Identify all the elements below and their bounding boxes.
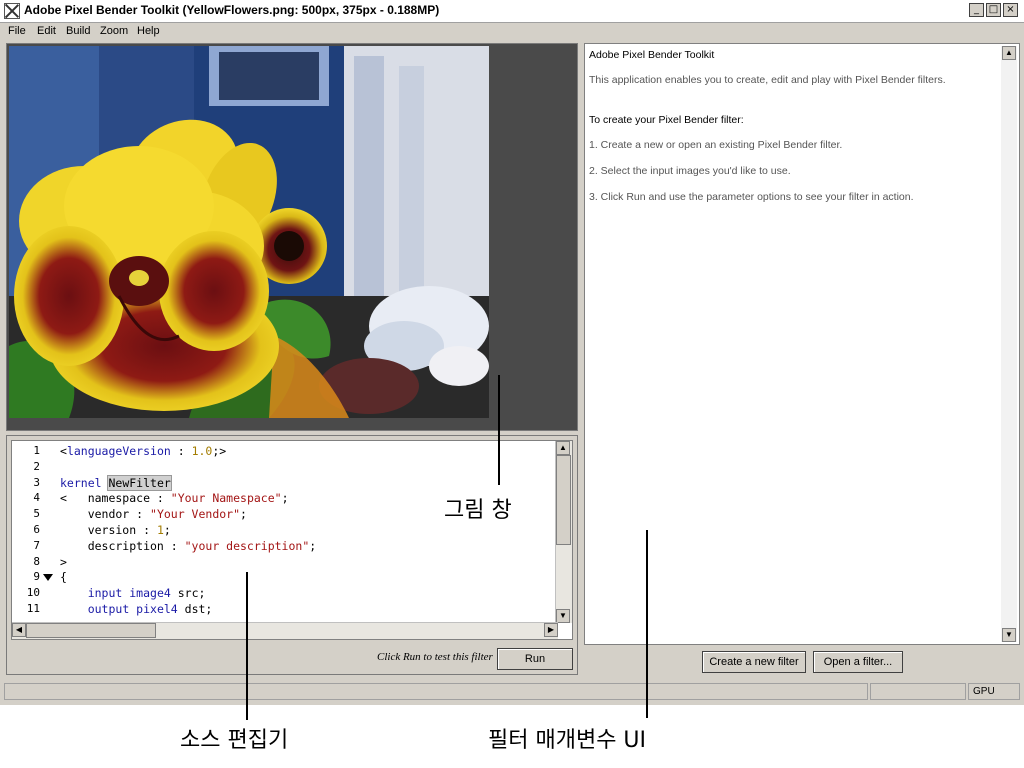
minimize-button[interactable]: _ (969, 3, 984, 17)
code-line: vendor : "Your Vendor"; (60, 507, 247, 522)
annotation-image-window: 그림 창 (444, 498, 512, 523)
params-step-1: 1. Create a new or open an existing Pixe… (589, 139, 843, 151)
status-panel-mid (870, 683, 966, 700)
menu-zoom[interactable]: Zoom (100, 25, 128, 37)
code-line: <languageVersion : 1.0;> (60, 444, 227, 458)
scroll-left-button[interactable]: ◀ (12, 623, 26, 637)
annotation-source-editor: 소스 편집기 (180, 728, 289, 753)
maximize-button[interactable]: □ (986, 3, 1001, 17)
line-number: 4 (33, 491, 40, 505)
code-line: input image4 src; (87, 586, 206, 601)
app-window: Adobe Pixel Bender Toolkit (YellowFlower… (0, 0, 1024, 705)
code-line: version : 1; (60, 523, 171, 537)
line-number: 1 (33, 444, 40, 457)
line-number: 7 (33, 538, 40, 552)
code-line: kernel NewFilter (60, 474, 172, 491)
line-number: 5 (33, 507, 40, 521)
open-filter-button[interactable]: Open a filter... (813, 651, 903, 673)
close-button[interactable]: × (1003, 3, 1018, 17)
annotation-line-editor (246, 572, 248, 720)
window-title: Adobe Pixel Bender Toolkit (YellowFlower… (24, 3, 440, 17)
run-button[interactable]: Run (497, 648, 573, 670)
editor-vertical-scrollbar[interactable]: ▲ ▼ (555, 441, 572, 623)
params-scroll-down[interactable]: ▼ (1002, 628, 1016, 642)
annotation-filter-params: 필터 매개변수 UI (488, 728, 647, 753)
params-subheading: To create your Pixel Bender filter: (589, 114, 744, 126)
source-editor-panel: 1 2 3 4 5 6 7 8 9 10 11 <languageVersion : 1.0;> ke… (6, 435, 578, 675)
line-gutter: 1 2 3 4 5 6 7 8 9 10 11 (12, 441, 53, 623)
app-icon (4, 3, 20, 19)
code-line: description : "your description"; (60, 538, 317, 553)
menu-build[interactable]: Build (66, 25, 90, 37)
status-gpu: GPU (968, 683, 1020, 700)
params-scrollbar[interactable]: ▲ ▼ (1001, 46, 1017, 642)
scroll-up-button[interactable]: ▲ (556, 441, 570, 455)
params-intro: This application enables you to create, … (589, 74, 946, 86)
fold-toggle-icon[interactable] (43, 574, 53, 582)
scroll-down-button[interactable]: ▼ (556, 609, 570, 623)
line-number: 6 (33, 523, 40, 536)
image-window (6, 43, 578, 431)
params-button-bar: Create a new filter Open a filter... (584, 648, 1020, 676)
editor-horizontal-scrollbar[interactable]: ◀ ▶ (12, 622, 558, 639)
params-heading: Adobe Pixel Bender Toolkit (589, 49, 715, 61)
line-number: 8 (33, 554, 40, 568)
params-step-2: 2. Select the input images you'd like to… (589, 165, 791, 177)
preview-image (9, 46, 489, 418)
source-editor[interactable]: 1 2 3 4 5 6 7 8 9 10 11 <languageVersion : 1.0;> ke… (11, 440, 573, 640)
line-number: 3 (33, 475, 40, 489)
line-number: 11 (26, 602, 40, 615)
title-bar: Adobe Pixel Bender Toolkit (YellowFlower… (0, 0, 1024, 23)
menu-file[interactable]: File (8, 25, 26, 37)
code-line: output pixel4 dst; (87, 602, 213, 616)
code-line: < namespace : "Your Namespace"; (60, 491, 289, 506)
params-scroll-up[interactable]: ▲ (1002, 46, 1016, 60)
filter-parameters-panel: Adobe Pixel Bender Toolkit This applicat… (584, 43, 1020, 645)
hscroll-thumb[interactable] (26, 623, 156, 638)
status-panel-main (4, 683, 868, 700)
menu-help[interactable]: Help (137, 25, 160, 37)
scroll-thumb[interactable] (556, 455, 571, 545)
create-filter-button[interactable]: Create a new filter (702, 651, 806, 673)
annotation-line-params (646, 530, 648, 718)
line-number: 9 (33, 570, 40, 584)
menu-edit[interactable]: Edit (37, 25, 56, 37)
scroll-right-button[interactable]: ▶ (544, 623, 558, 637)
params-step-3: 3. Click Run and use the parameter optio… (589, 191, 914, 203)
annotation-line-image (498, 375, 500, 485)
menu-bar: File Edit Build Zoom Help (0, 23, 1024, 41)
line-number: 10 (26, 586, 40, 600)
run-hint: Click Run to test this filter (377, 651, 493, 663)
status-bar: GPU (4, 683, 1020, 701)
code-line: > (60, 554, 67, 569)
line-number: 2 (33, 459, 40, 473)
code-line: { (60, 570, 67, 585)
